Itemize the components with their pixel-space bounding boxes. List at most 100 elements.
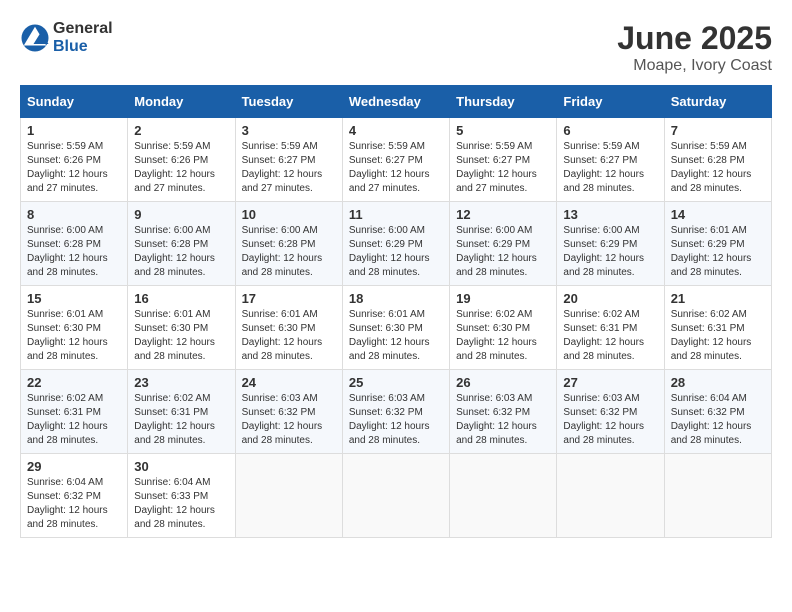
table-row: 27 Sunrise: 6:03 AM Sunset: 6:32 PM Dayl… [557, 370, 664, 454]
day-info: Sunrise: 6:00 AM Sunset: 6:28 PM Dayligh… [134, 224, 228, 280]
calendar-subtitle: Moape, Ivory Coast [617, 57, 772, 75]
table-row: 24 Sunrise: 6:03 AM Sunset: 6:32 PM Dayl… [235, 370, 342, 454]
day-number: 13 [563, 207, 657, 222]
day-info: Sunrise: 6:02 AM Sunset: 6:30 PM Dayligh… [456, 308, 550, 364]
table-row: 4 Sunrise: 5:59 AM Sunset: 6:27 PM Dayli… [342, 118, 449, 202]
day-number: 16 [134, 291, 228, 306]
calendar-title: June 2025 [617, 20, 772, 57]
table-row: 23 Sunrise: 6:02 AM Sunset: 6:31 PM Dayl… [128, 370, 235, 454]
day-number: 8 [27, 207, 121, 222]
day-number: 23 [134, 375, 228, 390]
day-number: 19 [456, 291, 550, 306]
table-row: 3 Sunrise: 5:59 AM Sunset: 6:27 PM Dayli… [235, 118, 342, 202]
calendar-header-row: Sunday Monday Tuesday Wednesday Thursday… [21, 86, 772, 118]
day-number: 4 [349, 123, 443, 138]
day-info: Sunrise: 6:00 AM Sunset: 6:29 PM Dayligh… [563, 224, 657, 280]
day-number: 11 [349, 207, 443, 222]
day-info: Sunrise: 5:59 AM Sunset: 6:27 PM Dayligh… [456, 140, 550, 196]
table-row: 2 Sunrise: 5:59 AM Sunset: 6:26 PM Dayli… [128, 118, 235, 202]
header-saturday: Saturday [664, 86, 771, 118]
day-info: Sunrise: 6:01 AM Sunset: 6:30 PM Dayligh… [134, 308, 228, 364]
day-info: Sunrise: 6:00 AM Sunset: 6:29 PM Dayligh… [349, 224, 443, 280]
calendar-week-row: 29 Sunrise: 6:04 AM Sunset: 6:32 PM Dayl… [21, 454, 772, 538]
logo-blue: Blue [53, 38, 88, 55]
table-row: 9 Sunrise: 6:00 AM Sunset: 6:28 PM Dayli… [128, 202, 235, 286]
table-row [557, 454, 664, 538]
day-number: 21 [671, 291, 765, 306]
day-info: Sunrise: 6:00 AM Sunset: 6:28 PM Dayligh… [27, 224, 121, 280]
table-row: 16 Sunrise: 6:01 AM Sunset: 6:30 PM Dayl… [128, 286, 235, 370]
table-row: 20 Sunrise: 6:02 AM Sunset: 6:31 PM Dayl… [557, 286, 664, 370]
table-row: 7 Sunrise: 5:59 AM Sunset: 6:28 PM Dayli… [664, 118, 771, 202]
day-number: 29 [27, 459, 121, 474]
table-row [450, 454, 557, 538]
table-row: 14 Sunrise: 6:01 AM Sunset: 6:29 PM Dayl… [664, 202, 771, 286]
day-number: 30 [134, 459, 228, 474]
header-friday: Friday [557, 86, 664, 118]
day-info: Sunrise: 6:03 AM Sunset: 6:32 PM Dayligh… [456, 392, 550, 448]
day-info: Sunrise: 6:02 AM Sunset: 6:31 PM Dayligh… [27, 392, 121, 448]
calendar-week-row: 8 Sunrise: 6:00 AM Sunset: 6:28 PM Dayli… [21, 202, 772, 286]
calendar-table: Sunday Monday Tuesday Wednesday Thursday… [20, 85, 772, 538]
table-row: 28 Sunrise: 6:04 AM Sunset: 6:32 PM Dayl… [664, 370, 771, 454]
table-row: 30 Sunrise: 6:04 AM Sunset: 6:33 PM Dayl… [128, 454, 235, 538]
header-wednesday: Wednesday [342, 86, 449, 118]
table-row [342, 454, 449, 538]
day-info: Sunrise: 5:59 AM Sunset: 6:26 PM Dayligh… [134, 140, 228, 196]
table-row [664, 454, 771, 538]
table-row: 29 Sunrise: 6:04 AM Sunset: 6:32 PM Dayl… [21, 454, 128, 538]
day-number: 9 [134, 207, 228, 222]
day-info: Sunrise: 6:04 AM Sunset: 6:33 PM Dayligh… [134, 476, 228, 532]
day-info: Sunrise: 6:03 AM Sunset: 6:32 PM Dayligh… [349, 392, 443, 448]
table-row: 1 Sunrise: 5:59 AM Sunset: 6:26 PM Dayli… [21, 118, 128, 202]
day-info: Sunrise: 6:04 AM Sunset: 6:32 PM Dayligh… [671, 392, 765, 448]
day-number: 20 [563, 291, 657, 306]
day-number: 5 [456, 123, 550, 138]
calendar-week-row: 22 Sunrise: 6:02 AM Sunset: 6:31 PM Dayl… [21, 370, 772, 454]
day-number: 17 [242, 291, 336, 306]
day-info: Sunrise: 6:00 AM Sunset: 6:29 PM Dayligh… [456, 224, 550, 280]
day-number: 1 [27, 123, 121, 138]
day-info: Sunrise: 6:00 AM Sunset: 6:28 PM Dayligh… [242, 224, 336, 280]
header-sunday: Sunday [21, 86, 128, 118]
day-info: Sunrise: 5:59 AM Sunset: 6:27 PM Dayligh… [563, 140, 657, 196]
header: General Blue June 2025 Moape, Ivory Coas… [20, 20, 772, 75]
logo: General Blue [20, 20, 113, 56]
day-number: 22 [27, 375, 121, 390]
day-info: Sunrise: 6:01 AM Sunset: 6:30 PM Dayligh… [27, 308, 121, 364]
day-number: 27 [563, 375, 657, 390]
day-info: Sunrise: 6:04 AM Sunset: 6:32 PM Dayligh… [27, 476, 121, 532]
day-info: Sunrise: 6:01 AM Sunset: 6:30 PM Dayligh… [349, 308, 443, 364]
day-info: Sunrise: 6:02 AM Sunset: 6:31 PM Dayligh… [563, 308, 657, 364]
day-info: Sunrise: 6:03 AM Sunset: 6:32 PM Dayligh… [242, 392, 336, 448]
day-info: Sunrise: 6:03 AM Sunset: 6:32 PM Dayligh… [563, 392, 657, 448]
header-monday: Monday [128, 86, 235, 118]
table-row: 25 Sunrise: 6:03 AM Sunset: 6:32 PM Dayl… [342, 370, 449, 454]
table-row: 26 Sunrise: 6:03 AM Sunset: 6:32 PM Dayl… [450, 370, 557, 454]
day-info: Sunrise: 5:59 AM Sunset: 6:27 PM Dayligh… [242, 140, 336, 196]
calendar-week-row: 1 Sunrise: 5:59 AM Sunset: 6:26 PM Dayli… [21, 118, 772, 202]
day-info: Sunrise: 5:59 AM Sunset: 6:26 PM Dayligh… [27, 140, 121, 196]
day-info: Sunrise: 6:02 AM Sunset: 6:31 PM Dayligh… [671, 308, 765, 364]
day-info: Sunrise: 6:01 AM Sunset: 6:29 PM Dayligh… [671, 224, 765, 280]
day-number: 6 [563, 123, 657, 138]
table-row: 8 Sunrise: 6:00 AM Sunset: 6:28 PM Dayli… [21, 202, 128, 286]
day-info: Sunrise: 6:02 AM Sunset: 6:31 PM Dayligh… [134, 392, 228, 448]
table-row [235, 454, 342, 538]
table-row: 11 Sunrise: 6:00 AM Sunset: 6:29 PM Dayl… [342, 202, 449, 286]
table-row: 13 Sunrise: 6:00 AM Sunset: 6:29 PM Dayl… [557, 202, 664, 286]
table-row: 5 Sunrise: 5:59 AM Sunset: 6:27 PM Dayli… [450, 118, 557, 202]
day-number: 28 [671, 375, 765, 390]
day-number: 26 [456, 375, 550, 390]
day-number: 14 [671, 207, 765, 222]
day-info: Sunrise: 5:59 AM Sunset: 6:28 PM Dayligh… [671, 140, 765, 196]
day-number: 15 [27, 291, 121, 306]
table-row: 12 Sunrise: 6:00 AM Sunset: 6:29 PM Dayl… [450, 202, 557, 286]
day-number: 7 [671, 123, 765, 138]
day-number: 2 [134, 123, 228, 138]
table-row: 17 Sunrise: 6:01 AM Sunset: 6:30 PM Dayl… [235, 286, 342, 370]
header-tuesday: Tuesday [235, 86, 342, 118]
calendar-week-row: 15 Sunrise: 6:01 AM Sunset: 6:30 PM Dayl… [21, 286, 772, 370]
day-number: 10 [242, 207, 336, 222]
header-thursday: Thursday [450, 86, 557, 118]
